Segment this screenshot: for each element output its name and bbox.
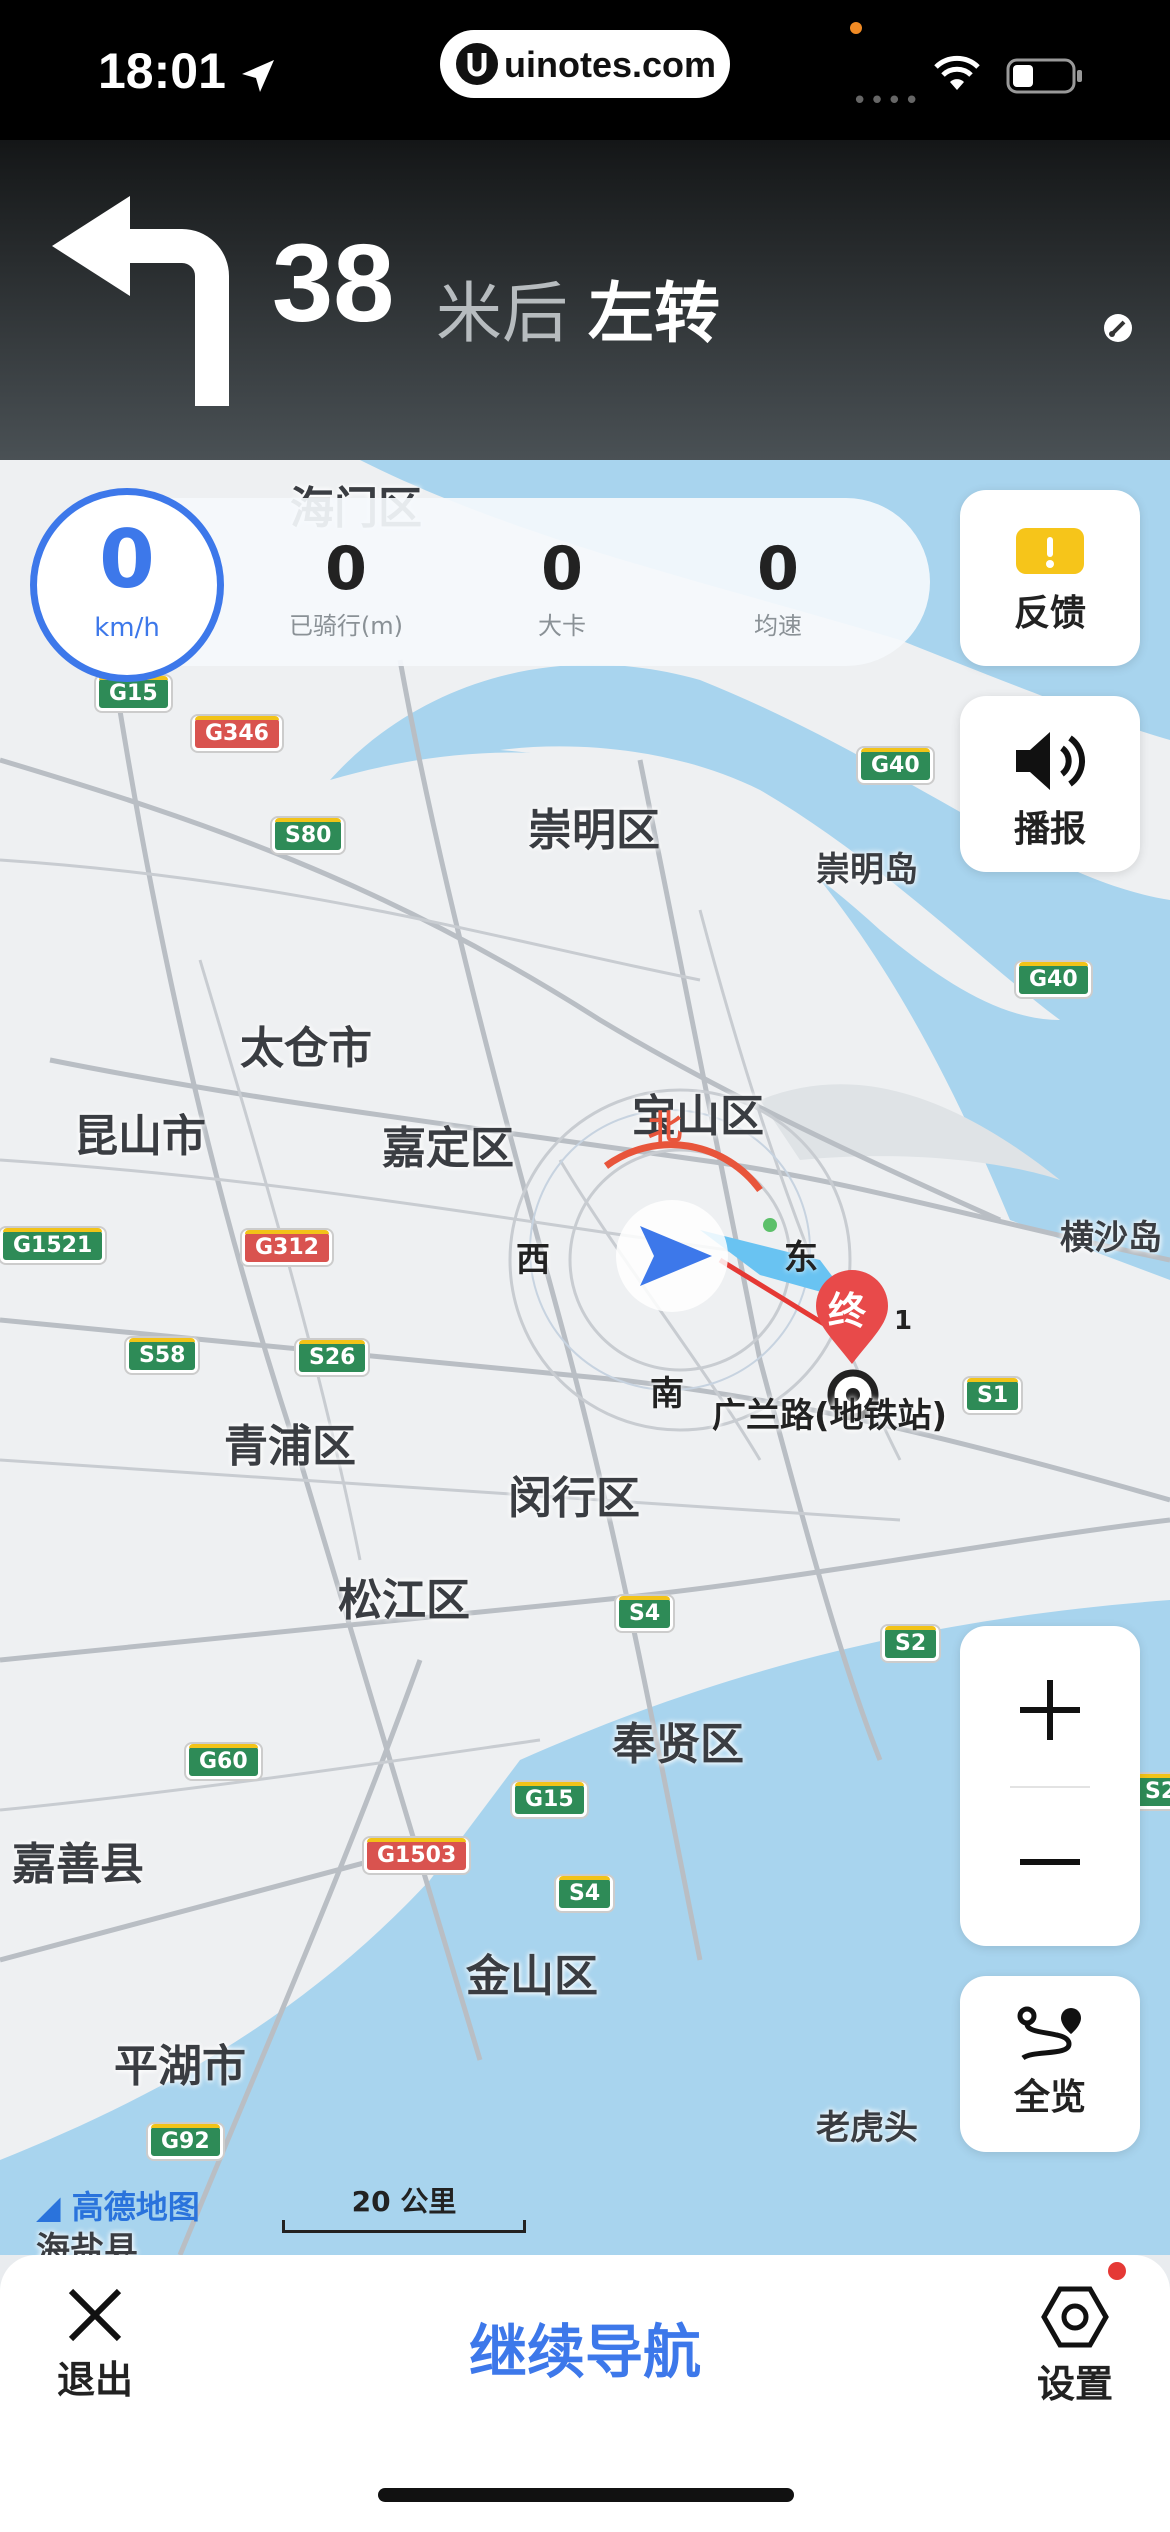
place-label: 金山区 bbox=[466, 1951, 598, 2002]
close-icon bbox=[68, 2288, 122, 2342]
place-label: 平湖市 bbox=[114, 2041, 246, 2092]
stat-label: 大卡 bbox=[538, 612, 586, 640]
place-label: 青浦区 bbox=[224, 1421, 356, 1472]
privacy-indicator-dot bbox=[850, 22, 862, 34]
route-step-number: 1 bbox=[894, 1306, 913, 1336]
speedometer: 0 km/h bbox=[30, 488, 224, 682]
turn-distance: 38 bbox=[272, 222, 395, 345]
place-label: 老虎头 bbox=[816, 2108, 918, 2148]
turn-instruction-panel: 38 米后 左转 bbox=[0, 140, 1170, 460]
broadcast-label: 播报 bbox=[1013, 809, 1086, 850]
road-shield: G312 bbox=[242, 1230, 332, 1265]
road-shield: S1 bbox=[964, 1378, 1022, 1413]
url-text: uinotes.com bbox=[504, 44, 717, 85]
battery-icon bbox=[1006, 58, 1082, 94]
settings-icon bbox=[1041, 2286, 1109, 2348]
distance-unit: 米后 bbox=[436, 275, 568, 352]
place-label: 崇明岛 bbox=[816, 850, 918, 890]
stat-calories: 0 大卡 bbox=[472, 534, 652, 641]
plus-icon[interactable] bbox=[1016, 1676, 1084, 1744]
compass-north: 北 bbox=[648, 1108, 682, 1148]
route-overview-icon bbox=[1017, 2006, 1081, 2061]
road-shield: S26 bbox=[296, 1340, 369, 1375]
exit-button[interactable]: 退出 bbox=[40, 2285, 150, 2415]
status-time: 18:01 bbox=[98, 43, 226, 99]
feedback-label: 反馈 bbox=[1013, 593, 1086, 634]
notification-dot bbox=[1108, 2262, 1126, 2280]
place-label: 松江区 bbox=[338, 1575, 470, 1626]
site-logo-icon bbox=[456, 43, 498, 85]
scale-bar bbox=[282, 2220, 526, 2233]
amap-logo-icon: ◢ bbox=[36, 2188, 72, 2226]
stat-value: 0 bbox=[325, 534, 367, 604]
stat-label: 均速 bbox=[754, 612, 802, 640]
feedback-icon bbox=[1016, 528, 1084, 574]
nav-arrow-icon bbox=[616, 1200, 728, 1312]
road-shield: G1521 bbox=[0, 1228, 106, 1263]
stat-avg-speed: 0 均速 bbox=[688, 534, 868, 641]
speaker-icon bbox=[1016, 732, 1085, 790]
road-shield: G40 bbox=[858, 748, 933, 783]
road-shield: G346 bbox=[192, 716, 282, 751]
turn-action: 左转 bbox=[588, 275, 720, 352]
map-logo-text: 高德地图 bbox=[71, 2188, 200, 2226]
place-label: 嘉善县 bbox=[12, 1839, 144, 1890]
destination-marker-label: 终 bbox=[828, 1289, 867, 1333]
zoom-divider bbox=[1010, 1786, 1090, 1788]
map-logo: ◢ 高德地图 bbox=[36, 2182, 200, 2228]
road-shield: S4 bbox=[616, 1596, 674, 1631]
speed-unit: km/h bbox=[94, 613, 160, 643]
broadcast-button[interactable]: 播报 bbox=[960, 696, 1140, 872]
zoom-controls bbox=[960, 1626, 1140, 1946]
place-label: 昆山市 bbox=[74, 1111, 206, 1162]
settings-button[interactable]: 设置 bbox=[1020, 2285, 1130, 2415]
road-shield: S2 bbox=[882, 1626, 940, 1661]
wifi-icon bbox=[934, 55, 980, 90]
overview-label: 全览 bbox=[1013, 2077, 1086, 2118]
stat-label: 已骑行(m) bbox=[288, 612, 404, 640]
place-label: 太仓市 bbox=[240, 1023, 372, 1074]
destination-name: 广兰路(地铁站) bbox=[712, 1396, 948, 1436]
cellular-signal-icon: •••• bbox=[852, 86, 922, 116]
place-label: 嘉定区 bbox=[382, 1123, 514, 1174]
scale-label: 20 公里 bbox=[351, 2185, 457, 2218]
road-shield: G1503 bbox=[364, 1838, 470, 1873]
continue-navigation-button[interactable]: 继续导航 bbox=[360, 2305, 810, 2389]
road-shield: G15 bbox=[512, 1782, 587, 1817]
compass-south: 南 bbox=[650, 1374, 684, 1414]
road-shield: G92 bbox=[148, 2124, 223, 2159]
location-arrow-icon bbox=[242, 60, 274, 92]
place-label: 奉贤区 bbox=[612, 1719, 744, 1770]
road-shield: G60 bbox=[186, 1744, 261, 1779]
url-pill[interactable]: uinotes.com bbox=[440, 30, 730, 98]
road-shield: G40 bbox=[1016, 962, 1091, 997]
road-shield: S58 bbox=[126, 1338, 199, 1373]
compass-west: 西 bbox=[516, 1240, 550, 1280]
stat-value: 0 bbox=[541, 534, 583, 604]
overview-button[interactable]: 全览 bbox=[960, 1976, 1140, 2152]
map-scale: 20 公里 bbox=[282, 2180, 526, 2233]
place-label: 崇明区 bbox=[528, 805, 660, 856]
exit-label: 退出 bbox=[56, 2358, 133, 2402]
stat-value: 0 bbox=[757, 534, 799, 604]
turn-left-arrow-icon bbox=[52, 196, 229, 406]
home-indicator[interactable] bbox=[378, 2488, 794, 2502]
place-label: 横沙岛 bbox=[1060, 1218, 1162, 1258]
road-shield: S80 bbox=[272, 818, 345, 853]
settings-label: 设置 bbox=[1036, 2362, 1113, 2406]
speed-value: 0 bbox=[99, 513, 155, 606]
stat-distance: 0 已骑行(m) bbox=[256, 534, 436, 641]
minus-icon[interactable] bbox=[1016, 1852, 1084, 1872]
feedback-button[interactable]: 反馈 bbox=[960, 490, 1140, 666]
gps-signal-icon bbox=[1104, 314, 1132, 342]
status-bar: 18:01 uinotes.com •••• bbox=[0, 0, 1170, 140]
road-shield: S4 bbox=[556, 1876, 614, 1911]
place-label: 闵行区 bbox=[508, 1473, 640, 1524]
